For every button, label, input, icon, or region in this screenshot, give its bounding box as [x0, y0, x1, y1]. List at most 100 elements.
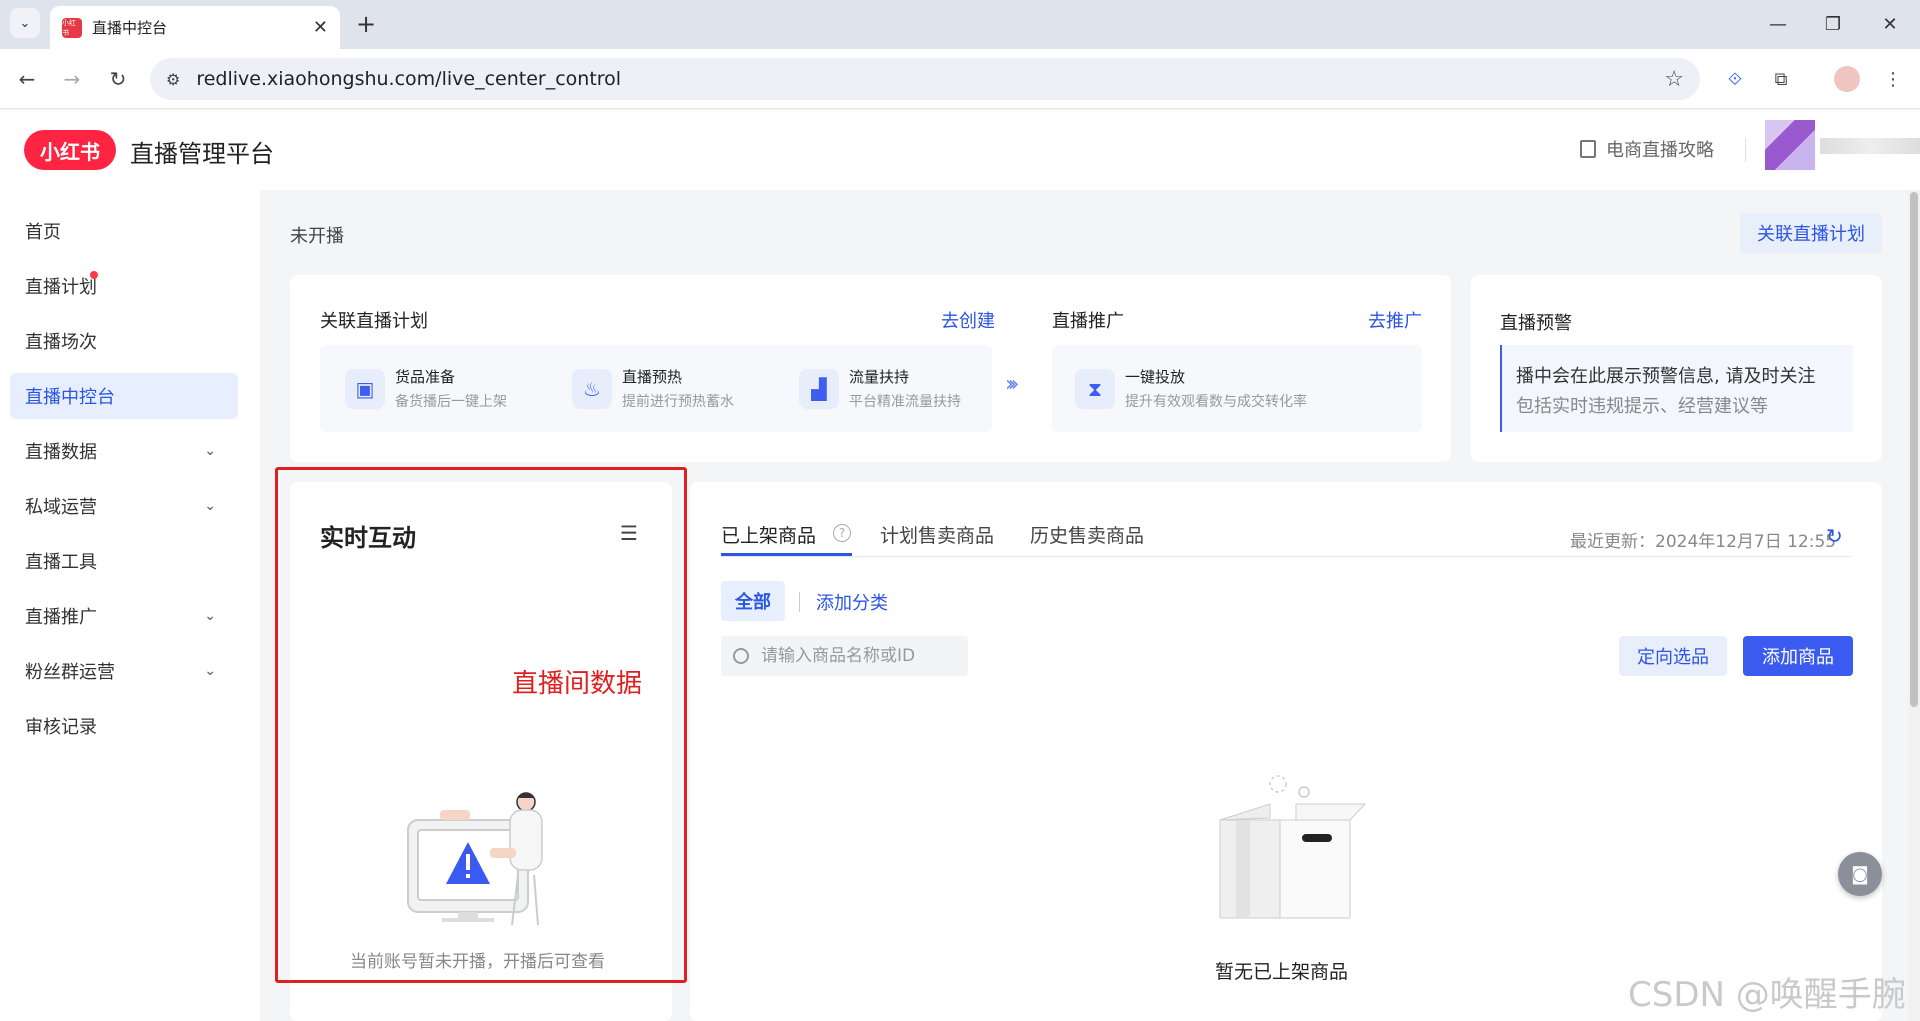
realtime-title: 实时互动	[320, 524, 416, 552]
sidebar-item-label: 直播计划	[25, 277, 97, 298]
plan-section-title: 关联直播计划	[320, 311, 428, 332]
active-tab-indicator	[721, 553, 852, 556]
bookmark-star-icon[interactable]: ☆	[1664, 67, 1684, 92]
category-chip-all[interactable]: 全部	[721, 581, 785, 621]
tabs-divider	[721, 556, 1851, 557]
step-title: 货品准备	[395, 368, 456, 386]
tab-planned-goods[interactable]: 计划售卖商品	[880, 521, 994, 548]
link-plan-button[interactable]: 关联直播计划	[1740, 213, 1882, 253]
step-title: 流量扶持	[849, 368, 910, 386]
step-title: 一键投放	[1125, 368, 1186, 386]
watermark: CSDN @唤醒手腕	[1628, 975, 1906, 1015]
guide-link[interactable]: 电商直播攻略	[1580, 136, 1714, 162]
refresh-icon[interactable]: ↻	[1826, 524, 1843, 548]
help-question-icon[interactable]: ?	[833, 524, 851, 542]
triple-chevron-icon: ›››	[1005, 372, 1020, 397]
goods-card	[690, 482, 1882, 1021]
reload-icon[interactable]: ↻	[103, 64, 133, 94]
goods-search[interactable]	[721, 636, 968, 676]
new-tab-button[interactable]: +	[352, 10, 380, 38]
forward-icon[interactable]: →	[57, 64, 87, 94]
tab-history-goods[interactable]: 历史售卖商品	[1030, 521, 1144, 548]
sidebar-item-live-tools[interactable]: 直播工具	[10, 538, 238, 584]
address-bar[interactable]: ⚙ redlive.xiaohongshu.com/live_center_co…	[150, 58, 1700, 100]
hourglass-icon: ⧗	[1075, 368, 1115, 409]
step-preheat: ♨ 直播预热 提前进行预热蓄水	[572, 366, 734, 411]
directed-select-button[interactable]: 定向选品	[1619, 636, 1727, 676]
step-desc: 备货播后一键上架	[395, 394, 507, 410]
translate-icon[interactable]: ⟐	[1720, 64, 1750, 94]
goods-empty-text: 暂无已上架商品	[1215, 961, 1349, 983]
sidebar-item-live-sessions[interactable]: 直播场次	[10, 318, 238, 364]
sidebar-item-label: 私域运营	[25, 497, 97, 518]
sidebar-item-live-plan[interactable]: 直播计划	[10, 263, 238, 309]
extensions-icon[interactable]: ⧉	[1766, 64, 1796, 94]
sidebar: 首页 直播计划 直播场次 直播中控台 直播数据 ⌄ 私域运营 ⌄ 直播工具 直播推广…	[0, 190, 260, 1021]
sidebar-item-live-console[interactable]: 直播中控台	[10, 373, 238, 419]
sidebar-item-label: 直播场次	[25, 332, 97, 353]
trend-icon: ▟	[799, 368, 839, 409]
go-create-link[interactable]: 去创建	[941, 307, 995, 333]
step-one-click: ⧗ 一键投放提升有效观看数与成交转化率	[1075, 366, 1307, 411]
go-promote-link[interactable]: 去推广	[1368, 307, 1422, 333]
tab-close-icon[interactable]: ✕	[313, 17, 328, 38]
step-desc: 提升有效观看数与成交转化率	[1125, 394, 1307, 410]
browser-menu-icon[interactable]: ⋮	[1878, 64, 1908, 94]
empty-box-illustration	[1219, 775, 1367, 919]
user-avatar[interactable]	[1765, 120, 1815, 170]
tab-search-button[interactable]: ⌄	[10, 8, 40, 38]
step-desc: 平台精准流量扶持	[849, 394, 961, 410]
notification-dot	[90, 271, 98, 279]
bag-icon: ▣	[345, 368, 385, 409]
browser-tab[interactable]: 小红书 直播中控台 ✕	[50, 6, 340, 49]
scrollbar-thumb[interactable]	[1910, 192, 1918, 707]
favicon-icon: 小红书	[62, 17, 82, 38]
settings-sliders-icon[interactable]: ☰	[620, 521, 638, 545]
platform-name: 直播管理平台	[130, 140, 274, 168]
sidebar-item-label: 审核记录	[25, 717, 97, 738]
sidebar-item-live-data[interactable]: 直播数据 ⌄	[10, 428, 238, 474]
header-divider	[1745, 138, 1746, 162]
window-close-icon[interactable]: ✕	[1870, 8, 1910, 40]
guide-link-label: 电商直播攻略	[1606, 140, 1714, 161]
sidebar-item-label: 直播推广	[25, 607, 97, 628]
url-text: redlive.xiaohongshu.com/live_center_cont…	[196, 68, 622, 90]
step-goods-prep: ▣ 货品准备备货播后一键上架	[345, 366, 507, 411]
username-blurred[interactable]	[1820, 138, 1920, 154]
warning-line-1: 播中会在此展示预警信息, 请及时关注	[1516, 366, 1816, 387]
sidebar-item-label: 直播工具	[25, 552, 97, 573]
sidebar-item-label: 首页	[25, 222, 61, 243]
chevron-down-icon: ⌄	[204, 608, 216, 624]
promo-section-title: 直播推广	[1052, 311, 1124, 332]
warning-info-box	[1500, 345, 1853, 432]
sidebar-item-review-records[interactable]: 审核记录	[10, 703, 238, 749]
sidebar-item-label: 直播数据	[25, 442, 97, 463]
step-desc: 提前进行预热蓄水	[622, 394, 734, 410]
annotation-label: 直播间数据	[512, 669, 643, 699]
tab-title: 直播中控台	[92, 19, 168, 37]
step-traffic: ▟ 流量扶持平台精准流量扶持	[799, 366, 961, 411]
tab-listed-goods[interactable]: 已上架商品	[721, 521, 816, 548]
last-updated: 最近更新：2024年12月7日 12:55	[1570, 532, 1837, 552]
restore-icon[interactable]: ❐	[1813, 8, 1853, 40]
profile-avatar-icon[interactable]	[1832, 64, 1862, 94]
sidebar-item-fan-groups[interactable]: 粉丝群运营 ⌄	[10, 648, 238, 694]
realtime-empty-text: 当前账号暂未开播，开播后可查看	[350, 952, 605, 972]
sidebar-item-live-promotion[interactable]: 直播推广 ⌄	[10, 593, 238, 639]
xiaohongshu-logo[interactable]: 小红书	[24, 130, 116, 170]
goods-search-input[interactable]	[761, 646, 951, 666]
site-settings-icon[interactable]: ⚙	[166, 70, 180, 89]
chip-divider	[799, 592, 800, 612]
back-icon[interactable]: ←	[12, 64, 42, 94]
sidebar-item-label: 粉丝群运营	[25, 662, 115, 683]
add-goods-button[interactable]: 添加商品	[1743, 636, 1853, 676]
warning-line-2: 包括实时违规提示、经营建议等	[1516, 396, 1768, 417]
book-icon	[1580, 140, 1596, 158]
chevron-down-icon: ⌄	[204, 498, 216, 514]
sidebar-item-home[interactable]: 首页	[10, 208, 238, 254]
sidebar-item-private-ops[interactable]: 私域运营 ⌄	[10, 483, 238, 529]
float-assistant-button[interactable]: ◙	[1838, 852, 1882, 896]
minimize-icon[interactable]: —	[1758, 8, 1798, 40]
add-category-link[interactable]: 添加分类	[816, 589, 888, 615]
live-status: 未开播	[290, 226, 344, 247]
